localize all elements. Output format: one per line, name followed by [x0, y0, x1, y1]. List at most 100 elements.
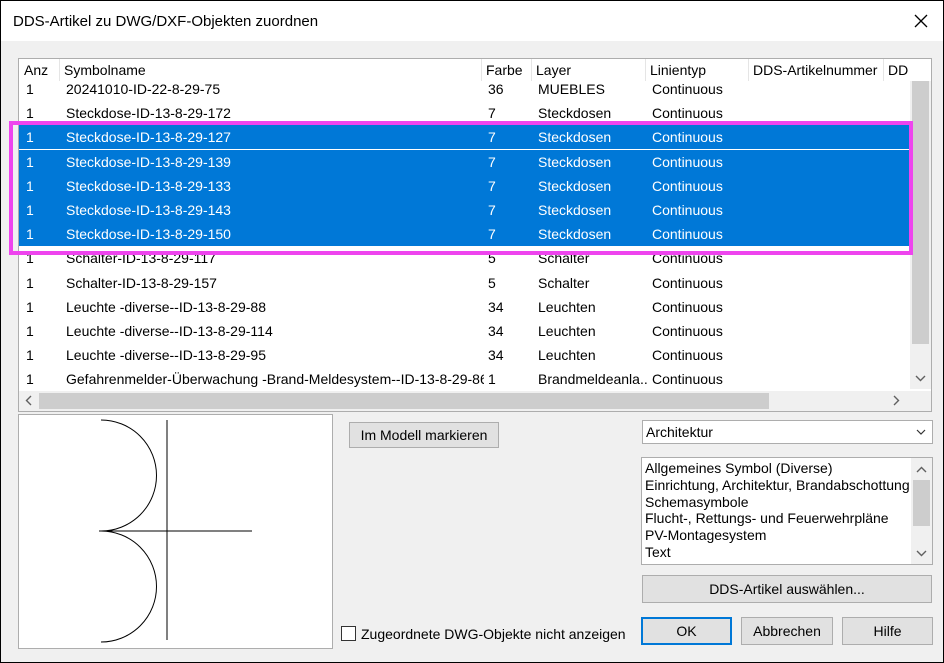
socket-symbol-icon [99, 419, 252, 643]
cell-linientyp: Continuous [652, 250, 723, 267]
category-list-item[interactable]: Schemasymbole [645, 494, 749, 511]
table-row[interactable]: 1 Steckdose-ID-13-8-29-150 7 Steckdosen Cont… [19, 222, 909, 247]
cell-anz: 1 [26, 177, 34, 194]
checkbox-label: Zugeordnete DWG-Objekte nicht anzeigen [361, 626, 626, 642]
cell-name: Schalter-ID-13-8-29-117 [66, 250, 216, 267]
cell-anz: 1 [26, 298, 34, 315]
scroll-down-icon[interactable] [916, 546, 927, 560]
category-dropdown-value: Architektur [646, 424, 713, 440]
cell-name: Steckdose-ID-13-8-29-172 [66, 105, 231, 122]
cell-anz: 1 [26, 226, 34, 243]
cancel-button[interactable]: Abbrechen [741, 617, 833, 645]
cell-anz: 1 [26, 274, 34, 291]
cell-farbe: 5 [488, 274, 496, 291]
cell-name: Steckdose-ID-13-8-29-143 [66, 202, 231, 218]
table-vertical-scroll-thumb[interactable] [912, 81, 929, 344]
window-title: DDS-Artikel zu DWG/DXF-Objekten zuordnen [13, 13, 319, 30]
table-row[interactable]: 1 Schalter-ID-13-8-29-117 5 Schalter Continu… [19, 246, 909, 270]
cell-layer: Steckdosen [538, 202, 612, 218]
symbol-table[interactable]: Anz Symbolname Farbe Layer Linientyp DDS-Arti… [18, 58, 932, 412]
cell-name: Schalter-ID-13-8-29-157 [66, 274, 217, 291]
table-row[interactable]: 1 20241010-ID-22-8-29-75 36 MUEBLES Continuo… [19, 77, 909, 101]
table-horizontal-scrollbar[interactable] [19, 391, 931, 411]
cell-anz: 1 [26, 250, 34, 267]
cell-farbe: 7 [488, 177, 496, 194]
cell-layer: Steckdosen [538, 105, 612, 122]
table-row[interactable]: 1 Steckdose-ID-13-8-29-172 7 Steckdosen Cont… [19, 101, 909, 125]
cell-linientyp: Continuous [652, 274, 723, 291]
table-row[interactable]: 1 Steckdose-ID-13-8-29-127 7 Steckdosen Cont… [19, 125, 909, 150]
table-row[interactable]: 1 Gefahrenmelder-Überwachung -Brand-Melde… [19, 367, 909, 391]
cell-layer: Brandmeldeanla... [538, 371, 648, 388]
help-button[interactable]: Hilfe [842, 617, 933, 645]
cell-linientyp: Continuous [652, 105, 723, 122]
cell-farbe: 34 [488, 298, 504, 315]
cell-name: 20241010-ID-22-8-29-75 [66, 81, 221, 97]
cell-name: Leuchte -diverse--ID-13-8-29-114 [66, 323, 273, 339]
category-list[interactable]: Allgemeines Symbol (Diverse) Einrichtung,… [641, 457, 933, 565]
checkbox-box[interactable] [341, 626, 356, 641]
cell-layer: Schalter [538, 250, 590, 267]
cell-anz: 1 [26, 105, 34, 122]
cell-name: Leuchte -diverse--ID-13-8-29-88 [66, 298, 266, 315]
dialog-window: DDS-Artikel zu DWG/DXF-Objekten zuordnen… [0, 0, 944, 663]
category-list-item[interactable]: Allgemeines Symbol (Diverse) [645, 460, 833, 477]
category-list-item[interactable]: PV-Montagesystem [645, 527, 766, 544]
cell-farbe: 7 [488, 202, 496, 218]
select-dds-article-button[interactable]: DDS-Artikel auswählen... [642, 575, 932, 603]
cell-farbe: 1 [488, 371, 496, 388]
cell-farbe: 7 [488, 105, 496, 122]
table-row[interactable]: 1 Leuchte -diverse--ID-13-8-29-88 34 Leucht… [19, 295, 909, 319]
cell-farbe: 36 [488, 81, 504, 97]
cell-layer: Leuchten [538, 347, 596, 364]
cell-linientyp: Continuous [652, 153, 723, 170]
scroll-left-icon[interactable] [25, 395, 32, 409]
category-list-item[interactable]: Flucht-, Rettungs- und Feuerwehrpläne [645, 510, 889, 527]
table-row[interactable]: 1 Leuchte -diverse--ID-13-8-29-95 34 Leucht… [19, 343, 909, 367]
cell-linientyp: Continuous [652, 226, 723, 243]
ok-button[interactable]: OK [641, 617, 732, 645]
cell-anz: 1 [26, 153, 34, 170]
category-dropdown[interactable]: Architektur [642, 420, 933, 444]
category-list-scrollbar[interactable] [911, 458, 932, 564]
cell-layer: Steckdosen [538, 177, 612, 194]
cell-layer: Steckdosen [538, 129, 612, 146]
cell-anz: 1 [26, 129, 34, 146]
cell-linientyp: Continuous [652, 129, 723, 146]
cell-linientyp: Continuous [652, 371, 723, 388]
cell-name: Gefahrenmelder-Überwachung -Brand-Meldes… [66, 371, 484, 388]
mark-in-model-button[interactable]: Im Modell markieren [349, 422, 499, 448]
table-vertical-scrollbar[interactable] [910, 81, 931, 389]
cell-farbe: 34 [488, 347, 504, 364]
symbol-preview [18, 414, 333, 649]
cell-layer: Schalter [538, 274, 590, 291]
category-scroll-thumb[interactable] [913, 480, 930, 526]
table-horizontal-scroll-thumb[interactable] [39, 393, 769, 409]
cell-farbe: 7 [488, 129, 496, 146]
scroll-down-icon[interactable] [915, 371, 926, 385]
cell-linientyp: Continuous [652, 347, 723, 364]
cell-linientyp: Continuous [652, 81, 723, 97]
cell-anz: 1 [26, 347, 34, 364]
chevron-down-icon [915, 425, 927, 441]
cell-name: Steckdose-ID-13-8-29-150 [66, 226, 231, 243]
table-row[interactable]: 1 Steckdose-ID-13-8-29-143 7 Steckdosen Cont… [19, 198, 909, 222]
title-bar: DDS-Artikel zu DWG/DXF-Objekten zuordnen [1, 1, 943, 41]
cell-farbe: 7 [488, 153, 496, 170]
cell-name: Leuchte -diverse--ID-13-8-29-95 [66, 347, 266, 364]
category-list-item[interactable]: Einrichtung, Architektur, Brandabschottu… [645, 477, 910, 494]
category-list-item[interactable]: Text [645, 544, 671, 561]
scroll-up-icon[interactable] [916, 462, 927, 476]
cell-anz: 1 [26, 202, 34, 218]
cell-anz: 1 [26, 81, 34, 97]
scroll-right-icon[interactable] [893, 395, 900, 409]
cell-name: Steckdose-ID-13-8-29-139 [66, 153, 231, 170]
cell-anz: 1 [26, 371, 34, 388]
table-row[interactable]: 1 Leuchte -diverse--ID-13-8-29-114 34 Leuch… [19, 319, 909, 343]
cell-name: Steckdose-ID-13-8-29-133 [66, 177, 231, 194]
table-row[interactable]: 1 Steckdose-ID-13-8-29-139 7 Steckdosen Cont… [19, 149, 909, 174]
cell-linientyp: Continuous [652, 202, 723, 218]
close-icon[interactable] [909, 9, 933, 33]
table-row[interactable]: 1 Steckdose-ID-13-8-29-133 7 Steckdosen Cont… [19, 173, 909, 198]
table-row[interactable]: 1 Schalter-ID-13-8-29-157 5 Schalter Continu… [19, 271, 909, 295]
